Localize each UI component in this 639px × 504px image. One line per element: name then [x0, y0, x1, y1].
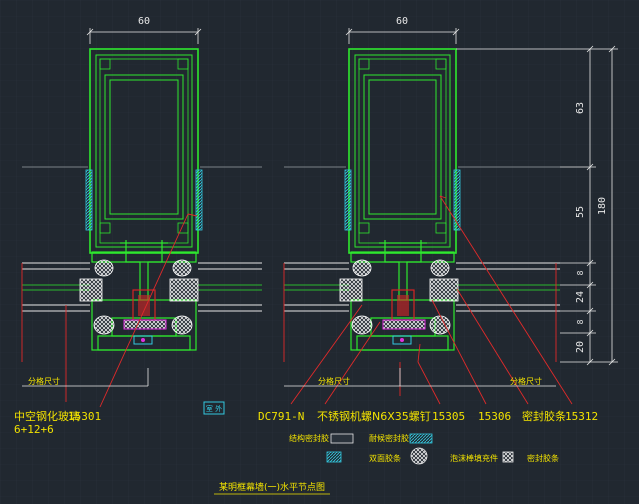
dim-width-left: 60 [138, 16, 150, 27]
label-glass-code: 15301 [68, 410, 101, 423]
dim-63: 63 [575, 102, 586, 114]
legend-swatch-foam [410, 447, 428, 465]
label-split-size-mid: 分格尺寸 [318, 376, 350, 386]
dim-width-right: 60 [396, 16, 408, 27]
drawing-title: 某明框幕墙(一)水平节点图 [214, 481, 330, 495]
legend-weather-sealant: 耐候密封胶 [369, 433, 409, 443]
legend-swatch-tape [326, 451, 342, 463]
node-detail-drawing: 60 60 63 55 8 24 8 20 180 分格尺寸 分格尺寸 分格尺寸… [0, 0, 639, 504]
legend-structural-sealant: 结构密封胶 [289, 433, 329, 443]
legend-gasket: 密封胶条 [527, 453, 559, 463]
label-dc791: DC791-N [258, 410, 304, 423]
title-text: 某明框幕墙(一)水平节点图 [219, 481, 325, 493]
dim-8-top: 8 [576, 270, 585, 275]
label-15305: 15305 [432, 410, 465, 423]
label-split-size-right: 分格尺寸 [510, 376, 542, 386]
legend-swatch-weather [409, 433, 433, 444]
legend-swatch-structural [330, 433, 354, 444]
label-screw: 不锈钢机螺N6X35螺钉 [317, 409, 431, 423]
dim-55: 55 [575, 206, 586, 218]
label-glass-spec: 6+12+6 [14, 423, 54, 436]
label-15306: 15306 [478, 410, 511, 423]
legend-swatch-gasket [502, 451, 514, 463]
legend-two-sided-tape: 双面胶条 [369, 453, 401, 463]
dim-total: 180 [597, 197, 608, 215]
interior-tag-text: 室 外 [206, 404, 222, 413]
label-15312: 15312 [565, 410, 598, 423]
cad-drawing-canvas: 60 60 63 55 8 24 8 20 180 分格尺寸 分格尺寸 分格尺寸… [0, 0, 639, 504]
dim-24: 24 [575, 291, 586, 303]
dim-8-bottom: 8 [576, 319, 585, 324]
legend-foam-rod: 泡沫棒填充件 [450, 453, 498, 463]
dim-20: 20 [575, 341, 586, 353]
label-strip: 密封胶条 [522, 409, 566, 423]
label-split-size-left: 分格尺寸 [28, 376, 60, 386]
